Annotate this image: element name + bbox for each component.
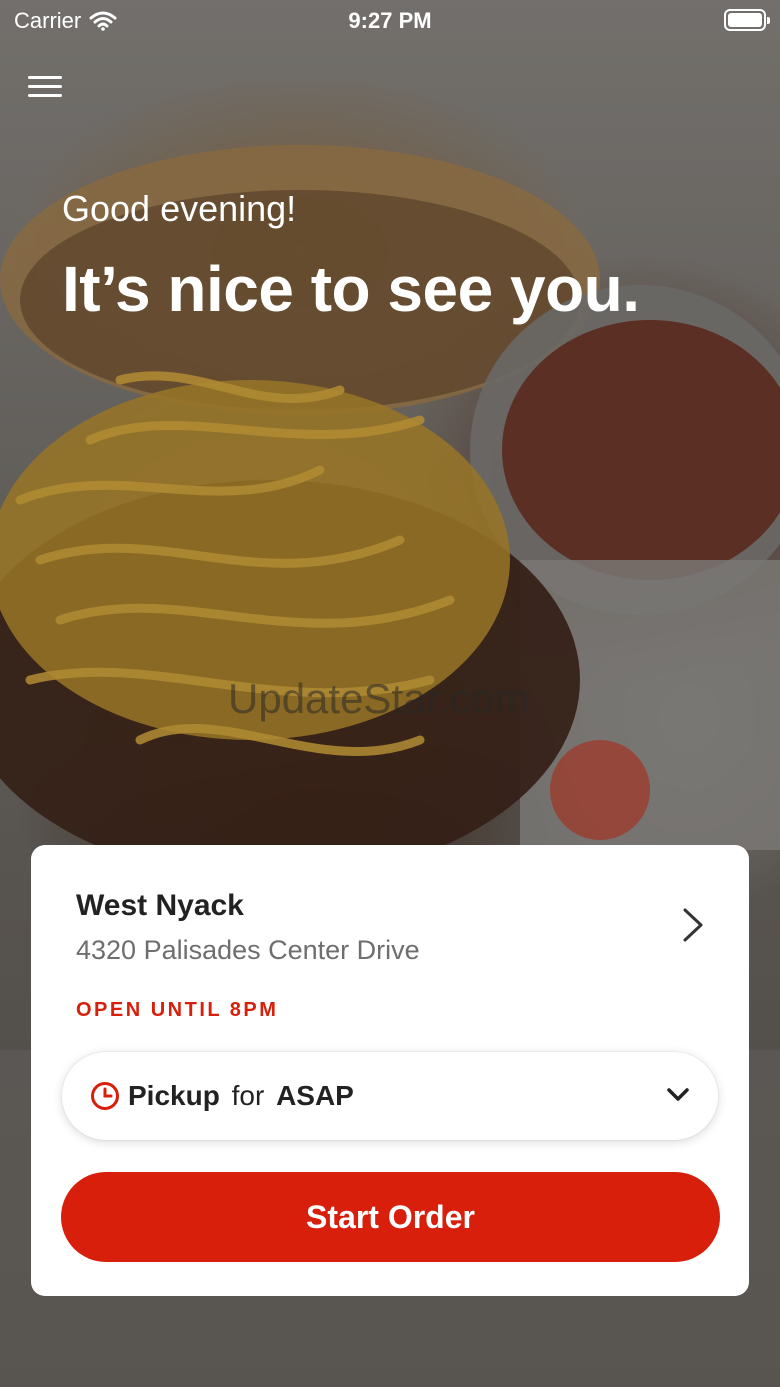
store-card: West Nyack 4320 Palisades Center Drive O… (31, 845, 749, 1296)
order-connector: for (231, 1080, 265, 1111)
store-address[interactable]: 4320 Palisades Center Drive (76, 935, 420, 966)
clock-icon (91, 1082, 119, 1110)
watermark: UpdateStar.com (228, 675, 530, 722)
open-status-label: OPEN UNTIL 8PM (76, 999, 279, 1021)
hamburger-menu-icon[interactable] (28, 72, 62, 106)
order-time: ASAP (276, 1080, 354, 1111)
headline-text: It’s nice to see you. (62, 253, 640, 325)
start-order-button[interactable]: Start Order (61, 1172, 720, 1262)
chevron-right-icon[interactable] (681, 907, 705, 943)
battery-icon (724, 9, 770, 31)
status-time: 9:27 PM (348, 8, 432, 33)
greeting-text: Good evening! (62, 188, 297, 229)
store-name[interactable]: West Nyack (76, 889, 244, 923)
status-bar: Carrier 9:27 PM (0, 0, 780, 40)
chevron-down-icon[interactable] (666, 1086, 690, 1104)
order-mode: Pickup (128, 1080, 220, 1111)
order-type-text: Pickup for ASAP (128, 1080, 354, 1112)
order-type-selector[interactable]: Pickup for ASAP (62, 1052, 718, 1140)
